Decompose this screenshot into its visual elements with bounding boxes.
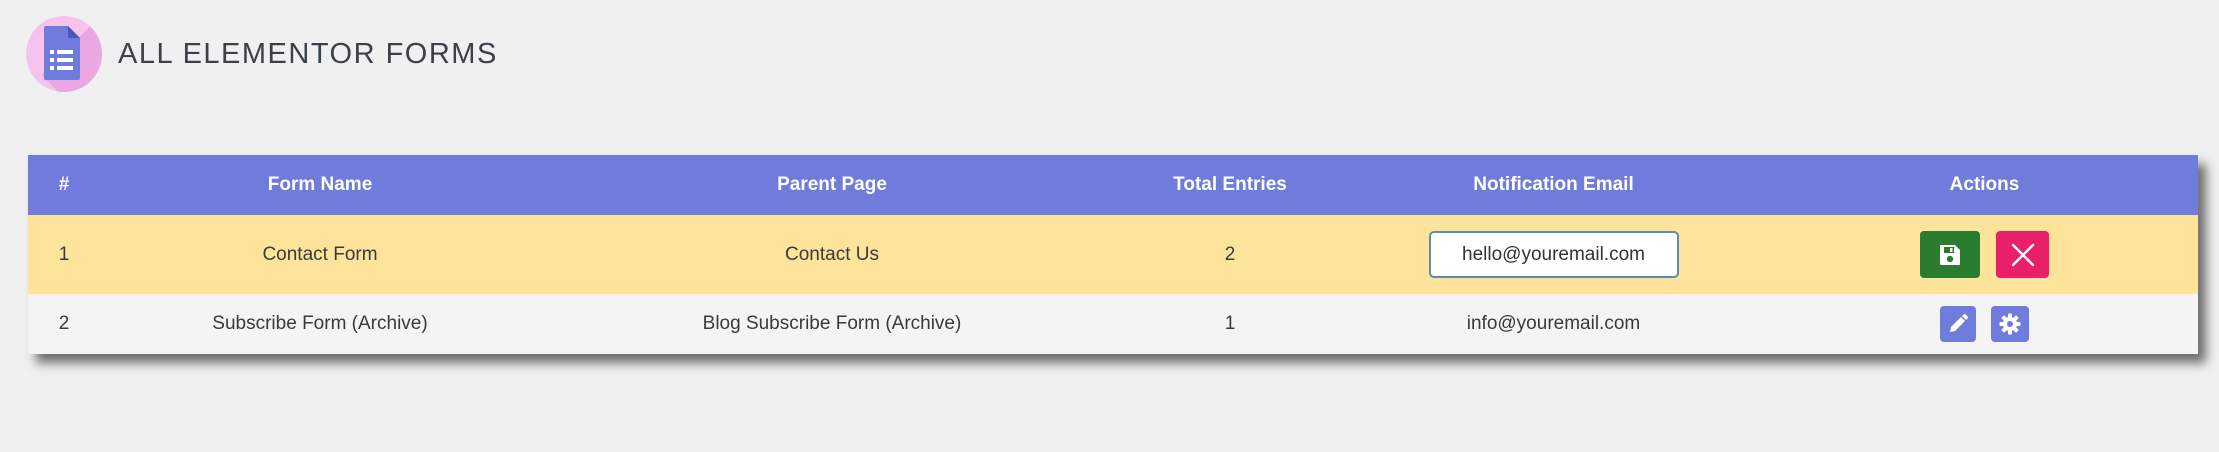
forms-table: # Form Name Parent Page Total Entries No… bbox=[28, 155, 2198, 354]
column-header-total-entries: Total Entries bbox=[1173, 174, 1287, 195]
column-header-actions: Actions bbox=[1949, 174, 2020, 195]
total-entries: 1 bbox=[1224, 313, 1236, 334]
gear-icon bbox=[1999, 313, 2021, 335]
close-icon bbox=[2011, 243, 2034, 266]
total-entries: 2 bbox=[1224, 243, 1236, 265]
pencil-icon bbox=[1950, 314, 1968, 332]
edit-button[interactable] bbox=[1940, 306, 1976, 342]
column-header-number: # bbox=[58, 174, 70, 195]
column-header-parent-page: Parent Page bbox=[777, 174, 887, 195]
table-header-row: # Form Name Parent Page Total Entries No… bbox=[28, 155, 2198, 215]
column-header-form-name: Form Name bbox=[267, 174, 373, 195]
actions-cell bbox=[1771, 215, 2198, 294]
notification-email-cell bbox=[1336, 215, 1771, 294]
page-title: ALL ELEMENTOR FORMS bbox=[118, 37, 498, 70]
notification-email: info@youremail.com bbox=[1466, 313, 1641, 334]
page-header: ALL ELEMENTOR FORMS bbox=[26, 16, 498, 92]
form-name: Contact Form bbox=[262, 243, 378, 265]
save-button[interactable] bbox=[1920, 231, 1980, 278]
save-icon bbox=[1940, 244, 1960, 265]
settings-button[interactable] bbox=[1991, 306, 2029, 342]
table-row: 1 Contact Form Contact Us 2 bbox=[28, 215, 2198, 294]
form-list-icon bbox=[26, 16, 102, 92]
cancel-button[interactable] bbox=[1996, 231, 2049, 278]
row-number: 2 bbox=[58, 313, 70, 334]
row-number: 1 bbox=[58, 243, 70, 265]
parent-page: Blog Subscribe Form (Archive) bbox=[702, 313, 962, 334]
forms-table-container: # Form Name Parent Page Total Entries No… bbox=[28, 155, 2198, 354]
table-row: 2 Subscribe Form (Archive) Blog Subscrib… bbox=[28, 294, 2198, 354]
column-header-notification-email: Notification Email bbox=[1473, 174, 1634, 195]
actions-cell bbox=[1771, 294, 2198, 354]
parent-page: Contact Us bbox=[785, 243, 879, 265]
form-name: Subscribe Form (Archive) bbox=[212, 313, 428, 334]
notification-email-input[interactable] bbox=[1428, 231, 1679, 278]
